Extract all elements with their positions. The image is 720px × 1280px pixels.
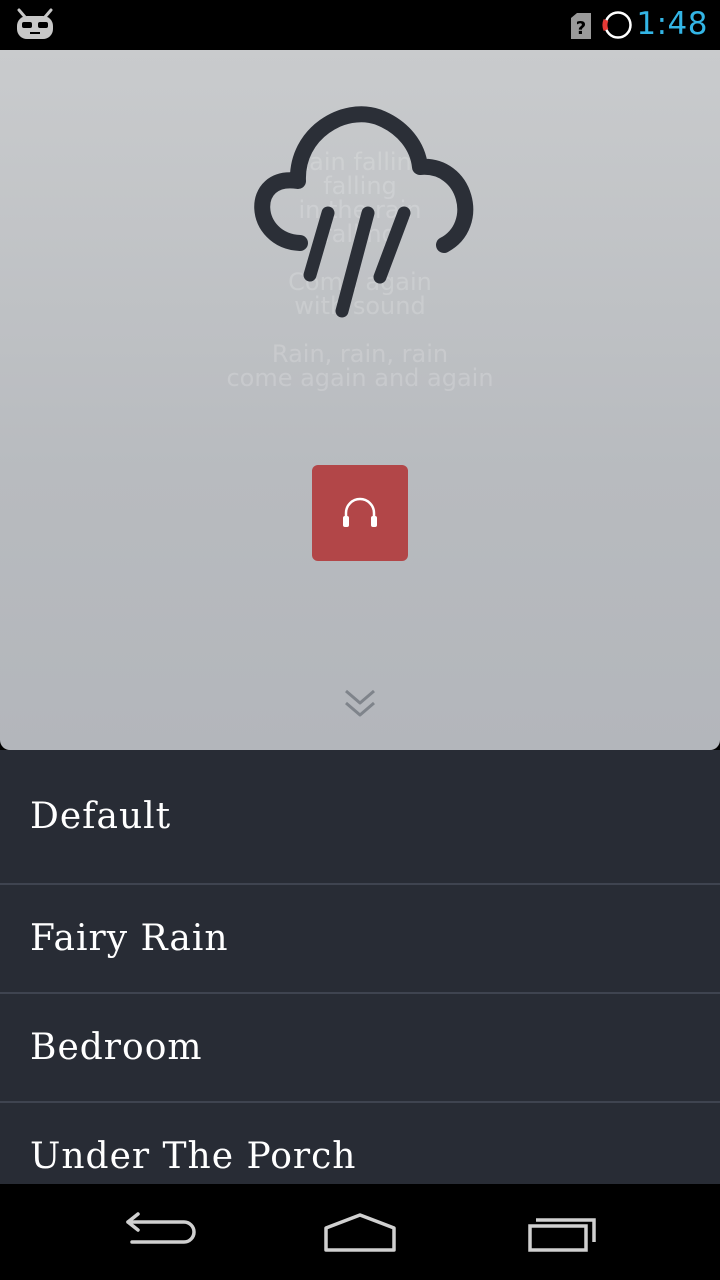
- player-panel: Rain falling falling in the rain falling…: [0, 50, 720, 750]
- navigation-bar: [0, 1184, 720, 1280]
- back-icon[interactable]: [120, 1204, 200, 1260]
- sound-item-label: Default: [30, 796, 172, 837]
- home-icon[interactable]: [320, 1204, 400, 1260]
- lyric-line: Rain, rain, rain: [271, 340, 449, 368]
- sound-item-label: Bedroom: [30, 1027, 203, 1068]
- sound-item-fairy-rain[interactable]: Fairy Rain: [0, 885, 720, 994]
- recent-apps-icon[interactable]: [522, 1204, 602, 1260]
- headphones-icon: [343, 497, 377, 527]
- battery-low-icon: [602, 11, 632, 39]
- sound-list: Default Fairy Rain Bedroom Under The Por…: [0, 750, 720, 1184]
- sound-item-bedroom[interactable]: Bedroom: [0, 994, 720, 1103]
- sound-item-label: Under The Porch: [30, 1136, 357, 1177]
- sound-item-under-the-porch[interactable]: Under The Porch: [0, 1103, 720, 1184]
- lyric-line: come again and again: [226, 364, 494, 392]
- status-bar: ? 1:48: [0, 0, 720, 50]
- double-chevron-down-icon[interactable]: [342, 687, 378, 721]
- cyanogenmod-robot-icon: [17, 8, 53, 39]
- rain-cloud-icon: [254, 106, 474, 318]
- clock: 1:48: [636, 6, 708, 42]
- sim-unknown-icon: ?: [571, 13, 591, 39]
- sound-item-label: Fairy Rain: [30, 918, 229, 959]
- svg-text:?: ?: [576, 18, 586, 39]
- listen-button[interactable]: [312, 465, 408, 561]
- sound-item-default[interactable]: Default: [0, 750, 720, 885]
